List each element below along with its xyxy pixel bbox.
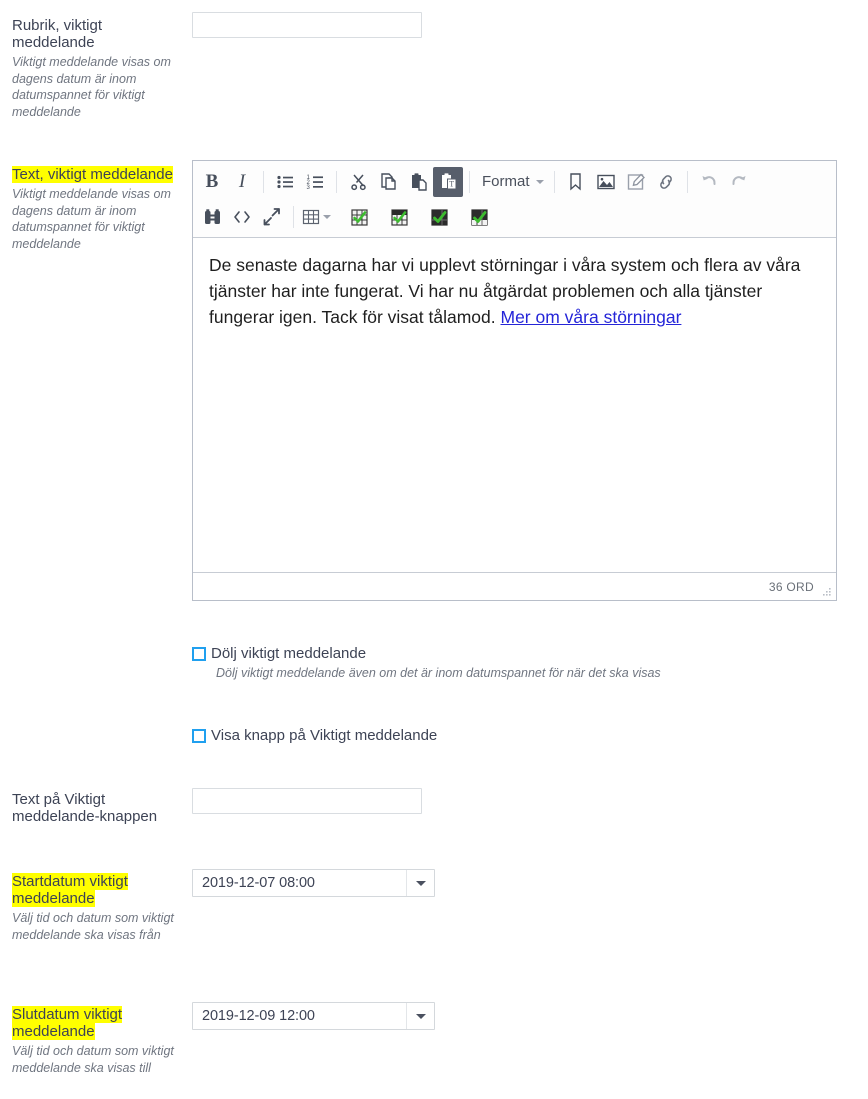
toolbar-separator bbox=[336, 170, 337, 193]
edit-source-icon[interactable] bbox=[621, 167, 651, 197]
svg-text:T: T bbox=[449, 180, 454, 189]
editor-toolbar: B I 1 2 3 T Format bbox=[193, 161, 836, 238]
label-column-knapptext: Text på Viktigt meddelande-knappen bbox=[12, 791, 184, 825]
italic-icon[interactable]: I bbox=[227, 167, 257, 197]
table-check-mixed-icon[interactable] bbox=[464, 202, 494, 232]
format-dropdown-label: Format bbox=[482, 173, 530, 190]
editor-toolbar-row-1: B I 1 2 3 T Format bbox=[197, 163, 834, 200]
chevron-down-icon bbox=[415, 1013, 426, 1019]
field-column-rubrik bbox=[192, 12, 422, 38]
editor-content-link[interactable]: Mer om våra störningar bbox=[501, 307, 682, 327]
resize-grip-icon[interactable] bbox=[822, 587, 832, 597]
checkbox-label-visa-knapp: Visa knapp på Viktigt meddelande bbox=[211, 727, 438, 744]
find-replace-binoculars-icon[interactable] bbox=[197, 202, 227, 232]
checkbox-line[interactable]: Dölj viktigt meddelande bbox=[192, 644, 792, 663]
knapptext-input[interactable] bbox=[192, 788, 422, 814]
checkbox-dolj-viktigt-meddelande[interactable] bbox=[192, 647, 206, 661]
startdatum-dropdown-button[interactable] bbox=[406, 870, 434, 896]
maximize-icon[interactable] bbox=[257, 202, 287, 232]
toolbar-separator bbox=[553, 170, 555, 193]
format-dropdown[interactable]: Format bbox=[476, 167, 548, 197]
label-column-rubrik: Rubrik, viktigt meddelande Viktigt medde… bbox=[12, 17, 184, 120]
table-icon[interactable] bbox=[300, 202, 322, 232]
slutdatum-datepicker[interactable]: 2019-12-09 12:00 bbox=[192, 1002, 435, 1030]
field-label-slutdatum-highlight: Slutdatum viktigt meddelande bbox=[12, 1006, 123, 1040]
image-icon[interactable] bbox=[591, 167, 621, 197]
toolbar-separator bbox=[686, 170, 688, 193]
bulleted-list-icon[interactable] bbox=[270, 167, 300, 197]
field-column-slutdatum: 2019-12-09 12:00 bbox=[192, 1002, 435, 1030]
checkbox-row-visa-knapp: Visa knapp på Viktigt meddelande bbox=[192, 726, 792, 745]
anchor-bookmark-icon[interactable] bbox=[561, 167, 591, 197]
table-check-dark-icon[interactable] bbox=[424, 202, 454, 232]
chevron-down-icon[interactable] bbox=[323, 215, 331, 219]
startdatum-value[interactable]: 2019-12-07 08:00 bbox=[193, 870, 406, 896]
chevron-down-icon bbox=[415, 880, 426, 886]
startdatum-datepicker[interactable]: 2019-12-07 08:00 bbox=[192, 869, 435, 897]
editor-paragraph: De senaste dagarna har vi upplevt störni… bbox=[209, 252, 820, 330]
checkbox-visa-knapp[interactable] bbox=[192, 729, 206, 743]
bold-icon[interactable]: B bbox=[197, 167, 227, 197]
field-label-startdatum-highlight: Startdatum viktigt meddelande bbox=[12, 873, 128, 907]
field-label-rubrik: Rubrik, viktigt meddelande bbox=[12, 17, 103, 51]
field-help-startdatum: Välj tid och datum som viktigt meddeland… bbox=[12, 911, 174, 942]
field-column-knapptext bbox=[192, 788, 422, 814]
numbered-list-icon[interactable]: 1 2 3 bbox=[300, 167, 330, 197]
editor-content-area[interactable]: De senaste dagarna har vi upplevt störni… bbox=[193, 238, 836, 572]
table-check-header-icon[interactable] bbox=[384, 202, 414, 232]
editor-toolbar-row-2 bbox=[197, 200, 834, 234]
label-column-startdatum: Startdatum viktigt meddelande Välj tid o… bbox=[12, 873, 184, 943]
redo-icon[interactable] bbox=[724, 167, 754, 197]
field-help-slutdatum: Välj tid och datum som viktigt meddeland… bbox=[12, 1044, 174, 1075]
label-column-slutdatum: Slutdatum viktigt meddelande Välj tid oc… bbox=[12, 1006, 184, 1076]
toolbar-separator bbox=[263, 170, 264, 193]
paste-from-word-icon[interactable]: T bbox=[433, 166, 463, 197]
field-help-text: Viktigt meddelande visas om dagens datum… bbox=[12, 187, 171, 251]
table-check-light-icon[interactable] bbox=[344, 202, 374, 232]
rich-text-editor[interactable]: B I 1 2 3 T Format De senaste dagarna ha… bbox=[192, 160, 837, 601]
checkbox-help-dolj: Dölj viktigt meddelande även om det är i… bbox=[216, 666, 661, 680]
field-label-startdatum: Startdatum viktigt meddelande bbox=[12, 873, 184, 907]
toolbar-separator bbox=[469, 170, 470, 193]
field-label-text: Text, viktigt meddelande bbox=[12, 166, 184, 183]
editor-status-bar: 36 ORD bbox=[193, 572, 836, 600]
link-icon[interactable] bbox=[651, 167, 681, 197]
slutdatum-value[interactable]: 2019-12-09 12:00 bbox=[193, 1003, 406, 1029]
label-column-text: Text, viktigt meddelande Viktigt meddela… bbox=[12, 166, 184, 252]
field-label-knapptext: Text på Viktigt meddelande-knappen bbox=[12, 791, 158, 825]
checkbox-row-dolj: Dölj viktigt meddelande Dölj viktigt med… bbox=[192, 644, 792, 681]
slutdatum-dropdown-button[interactable] bbox=[406, 1003, 434, 1029]
rubrik-input[interactable] bbox=[192, 12, 422, 38]
source-code-icon[interactable] bbox=[227, 202, 257, 232]
field-column-startdatum: 2019-12-07 08:00 bbox=[192, 869, 435, 897]
toolbar-separator bbox=[293, 206, 294, 228]
field-label-text-highlight: Text, viktigt meddelande bbox=[12, 166, 173, 183]
checkbox-label-dolj: Dölj viktigt meddelande bbox=[211, 645, 367, 662]
svg-text:3: 3 bbox=[307, 185, 311, 191]
field-label-slutdatum: Slutdatum viktigt meddelande bbox=[12, 1006, 184, 1040]
checkbox-line[interactable]: Visa knapp på Viktigt meddelande bbox=[192, 726, 792, 745]
undo-icon[interactable] bbox=[694, 167, 724, 197]
copy-icon[interactable] bbox=[373, 167, 403, 197]
field-help-rubrik: Viktigt meddelande visas om dagens datum… bbox=[12, 55, 171, 119]
word-count-label: 36 ORD bbox=[768, 579, 814, 594]
chevron-down-icon bbox=[535, 179, 544, 184]
cut-scissors-icon[interactable] bbox=[343, 167, 373, 197]
paste-icon[interactable] bbox=[403, 167, 433, 197]
